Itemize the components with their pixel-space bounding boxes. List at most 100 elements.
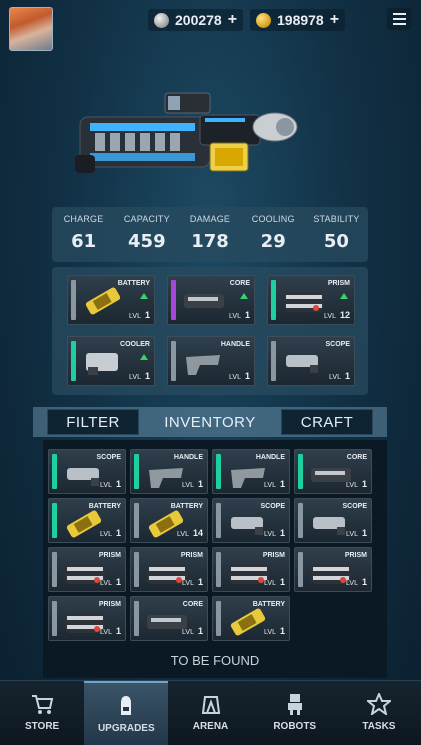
rarity-bar — [271, 341, 276, 381]
part-name: PRISM — [327, 280, 350, 287]
inventory-item-battery[interactable]: BATTERY LVL 14 — [130, 498, 208, 543]
player-avatar[interactable] — [9, 7, 53, 51]
menu-button[interactable] — [387, 8, 411, 30]
inventory-tabs: FILTER INVENTORY CRAFT — [33, 407, 387, 437]
inventory-item-core[interactable]: CORE LVL 1 — [294, 449, 372, 494]
part-name: SCOPE — [342, 503, 367, 510]
part-name: PRISM — [98, 552, 121, 559]
inventory-grid: TO BE FOUND SCOPE LVL 1 HANDLE LVL 1 HANDLE LVL… — [43, 440, 387, 678]
nav-upgrades[interactable]: UPGRADES — [84, 681, 169, 745]
rarity-bar — [216, 601, 221, 636]
inventory-item-scope[interactable]: SCOPE LVL 1 — [294, 498, 372, 543]
inventory-item-core[interactable]: CORE LVL 1 — [130, 596, 208, 641]
add-gold-button[interactable]: + — [330, 11, 339, 29]
part-name: BATTERY — [88, 503, 121, 510]
rarity-bar — [134, 454, 139, 489]
prism-part-icon — [284, 292, 324, 312]
part-level: LVL 1 — [100, 479, 121, 489]
inventory-item-prism[interactable]: PRISM LVL 1 — [294, 547, 372, 592]
part-name: SCOPE — [260, 503, 285, 510]
nav-store[interactable]: STORE — [0, 681, 84, 745]
rarity-bar — [52, 503, 57, 538]
stat-capacity: CAPACITY 459 — [115, 207, 178, 262]
inventory-item-prism[interactable]: PRISM LVL 1 — [48, 596, 126, 641]
rarity-bar — [52, 601, 57, 636]
silver-currency: 200278 + — [148, 9, 244, 31]
part-level: LVL 1 — [264, 577, 285, 587]
part-level: LVL 1 — [182, 577, 203, 587]
rarity-bar — [216, 454, 221, 489]
rarity-bar — [52, 454, 57, 489]
stat-label: COOLING — [251, 214, 295, 224]
part-name: BATTERY — [252, 601, 285, 608]
stat-label: STABILITY — [313, 214, 360, 224]
part-level: LVL 1 — [100, 577, 121, 587]
rarity-bar — [134, 503, 139, 538]
part-level: LVL 1 — [229, 371, 250, 381]
gold-amount: 198978 — [277, 12, 324, 28]
part-name: CORE — [229, 280, 250, 287]
equipped-slot-cooler[interactable]: COOLER LVL 1 — [67, 336, 155, 386]
silver-amount: 200278 — [175, 12, 222, 28]
nav-label: STORE — [24, 721, 60, 732]
part-name: HANDLE — [220, 341, 250, 348]
rarity-bar — [298, 503, 303, 538]
to-be-found-label: TO BE FOUND — [170, 653, 260, 668]
tab-craft[interactable]: CRAFT — [281, 409, 373, 435]
inventory-item-handle[interactable]: HANDLE LVL 1 — [130, 449, 208, 494]
rarity-bar — [134, 601, 139, 636]
top-bar: 200278 + 198978 + — [0, 0, 421, 60]
stat-value: 29 — [260, 231, 286, 252]
part-name: HANDLE — [173, 454, 203, 461]
inventory-item-battery[interactable]: BATTERY LVL 1 — [48, 498, 126, 543]
part-name: CORE — [346, 454, 367, 461]
nav-arena[interactable]: ARENA — [168, 681, 252, 745]
cooler-part-icon — [86, 353, 118, 375]
menu-icon — [392, 13, 406, 15]
tab-filter[interactable]: FILTER — [47, 409, 139, 435]
part-name: COOLER — [120, 341, 150, 348]
add-silver-button[interactable]: + — [228, 11, 237, 29]
inventory-item-scope[interactable]: SCOPE LVL 1 — [212, 498, 290, 543]
equipped-parts-panel: BATTERY LVL 1 CORE LVL 1 PRISM LVL 12 COOLER LVL 1 H… — [52, 267, 368, 395]
nav-label: UPGRADES — [97, 723, 155, 734]
tab-inventory[interactable]: INVENTORY — [143, 409, 277, 435]
stat-value: 178 — [191, 231, 229, 252]
inventory-item-prism[interactable]: PRISM LVL 1 — [212, 547, 290, 592]
nav-robots[interactable]: ROBOTS — [253, 681, 337, 745]
rarity-bar — [271, 280, 276, 320]
rarity-bar — [171, 341, 176, 381]
part-name: BATTERY — [170, 503, 203, 510]
stat-value: 459 — [128, 231, 166, 252]
weapon-image — [75, 92, 298, 173]
stat-label: DAMAGE — [189, 214, 231, 224]
nav-tasks[interactable]: TASKS — [337, 681, 421, 745]
equipped-slot-battery[interactable]: BATTERY LVL 1 — [67, 275, 155, 325]
part-name: BATTERY — [117, 280, 150, 287]
nav-label: ARENA — [192, 721, 229, 732]
stat-label: CAPACITY — [123, 214, 170, 224]
equipped-slot-handle[interactable]: HANDLE LVL 1 — [167, 336, 255, 386]
rarity-bar — [71, 280, 76, 320]
rarity-bar — [216, 552, 221, 587]
inventory-item-battery[interactable]: BATTERY LVL 1 — [212, 596, 290, 641]
part-level: LVL 1 — [100, 528, 121, 538]
rarity-bar — [71, 341, 76, 381]
part-name: SCOPE — [325, 341, 350, 348]
part-name: SCOPE — [96, 454, 121, 461]
rarity-bar — [298, 552, 303, 587]
equipped-slot-scope[interactable]: SCOPE LVL 1 — [267, 336, 355, 386]
inventory-item-handle[interactable]: HANDLE LVL 1 — [212, 449, 290, 494]
stat-damage: DAMAGE 178 — [178, 207, 241, 262]
part-name: PRISM — [262, 552, 285, 559]
inventory-item-prism[interactable]: PRISM LVL 1 — [130, 547, 208, 592]
part-level: LVL 1 — [329, 371, 350, 381]
stat-value: 50 — [323, 231, 349, 252]
inventory-item-scope[interactable]: SCOPE LVL 1 — [48, 449, 126, 494]
equipped-slot-prism[interactable]: PRISM LVL 12 — [267, 275, 355, 325]
part-level: LVL 1 — [129, 371, 150, 381]
inventory-item-prism[interactable]: PRISM LVL 1 — [48, 547, 126, 592]
part-level: LVL 1 — [182, 626, 203, 636]
equipped-slot-core[interactable]: CORE LVL 1 — [167, 275, 255, 325]
rarity-bar — [171, 280, 176, 320]
